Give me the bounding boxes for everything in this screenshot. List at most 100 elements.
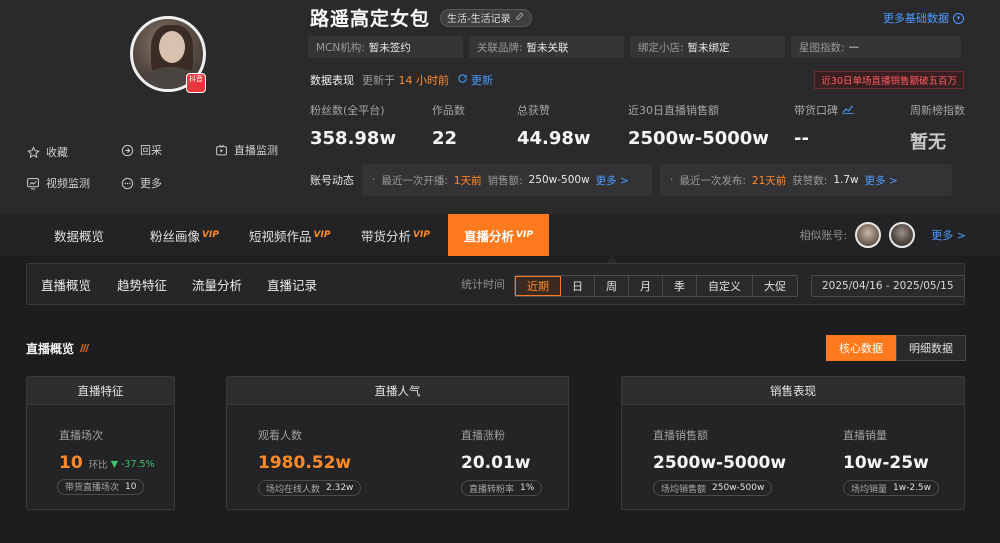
- similar-avatar[interactable]: [855, 222, 882, 248]
- sub-stat-value: 10: [125, 481, 137, 492]
- tab-fan-profile[interactable]: 粉丝画像 VIP: [150, 214, 219, 256]
- date-range-picker[interactable]: 2025/04/16 - 2025/05/15: [811, 275, 965, 297]
- subtab-live-overview[interactable]: 直播概览: [41, 264, 91, 304]
- category-tag-label: 生活-生活记录: [447, 14, 511, 25]
- card-title: 直播特征: [27, 377, 174, 405]
- live-monitor-icon: [214, 143, 228, 157]
- vip-badge: VIP: [202, 230, 219, 240]
- update-time: 更新于 14 小时前: [362, 72, 449, 88]
- performance-row: 数据表现 更新于 14 小时前 更新: [310, 72, 493, 88]
- tab-data-overview[interactable]: 数据概览: [54, 214, 104, 256]
- star-icon: [26, 145, 40, 159]
- category-tag[interactable]: 生活-生活记录: [440, 8, 532, 27]
- arrow-down-icon: ▼: [110, 458, 118, 470]
- tab-commerce-analysis-label: 带货分析: [361, 228, 412, 244]
- vip-badge: VIP: [516, 230, 533, 240]
- mcn-label: MCN机构:: [316, 41, 365, 54]
- post-likes-value: 1.7w: [833, 174, 859, 186]
- update-prefix: 更新于: [362, 74, 395, 87]
- section-title-label: 直播概览: [26, 342, 75, 356]
- refresh-button[interactable]: 更新: [457, 72, 493, 88]
- period-month[interactable]: 月: [629, 276, 663, 296]
- card-title: 直播人气: [227, 377, 568, 405]
- tab-short-videos[interactable]: 短视频作品 VIP: [249, 214, 330, 256]
- favorite-button[interactable]: 收藏: [26, 144, 68, 160]
- more-actions-label: 更多: [140, 177, 162, 190]
- period-week[interactable]: 周: [595, 276, 629, 296]
- update-value: 14 小时前: [398, 74, 450, 87]
- recollect-label: 回采: [140, 144, 162, 157]
- kpi-fans-gain-label: 直播涨粉: [461, 429, 505, 442]
- metric-fans-label: 粉丝数(全平台): [310, 104, 385, 117]
- metric-reputation-value: --: [794, 128, 809, 149]
- live-monitor-label: 直播监测: [234, 144, 278, 157]
- period-day[interactable]: 日: [561, 276, 595, 296]
- name-row: 路遥高定女包 生活-生活记录: [310, 4, 532, 31]
- sub-stat-label: 带货直播场次: [65, 483, 120, 493]
- metric-works-value: 22: [432, 128, 458, 149]
- period-recent[interactable]: 近期: [515, 276, 561, 296]
- chevron-down-icon: ▾: [953, 12, 964, 24]
- kpi-sessions-sub: 带货直播场次 10: [57, 475, 145, 495]
- kpi-viewers: 观看人数 1980.52w 场均在线人数 2.32w: [258, 427, 362, 496]
- detail-data-button[interactable]: 明细数据: [896, 335, 966, 361]
- last-live-label: 最近一次开播:: [381, 174, 448, 187]
- performance-title: 数据表现: [310, 74, 354, 87]
- more-dots-icon: [120, 176, 134, 190]
- video-monitor-button[interactable]: 视频监测: [26, 175, 90, 191]
- live-monitor-button[interactable]: 直播监测: [214, 142, 278, 158]
- metric-live-sales-label: 近30日直播销售额: [628, 104, 719, 117]
- recollect-button[interactable]: 回采: [120, 142, 162, 158]
- similar-avatar[interactable]: [889, 222, 916, 248]
- metric-reputation-label-wrap: 带货口碑: [794, 102, 854, 118]
- kpi-fans-gain-value: 20.01w: [461, 453, 531, 473]
- trend-chart-icon[interactable]: [842, 104, 854, 117]
- kpi-volume: 直播销量 10w-25w 场均销量 1w-2.5w: [843, 427, 940, 496]
- kpi-gmv-label: 直播销售额: [653, 429, 708, 442]
- period-custom[interactable]: 自定义: [697, 276, 753, 296]
- subtab-live-records[interactable]: 直播记录: [267, 264, 317, 304]
- similar-accounts: 相似账号: 更多 >: [800, 214, 966, 256]
- subtab-trend-features[interactable]: 趋势特征: [117, 264, 167, 304]
- brand-info: 关联品牌: 暂未关联: [469, 36, 624, 58]
- account-info-boxes: MCN机构: 暂未签约 关联品牌: 暂未关联 绑定小店: 暂未绑定 星图指数: …: [308, 36, 961, 58]
- metric-likes-value: 44.98w: [517, 128, 591, 149]
- metric-fans-value: 358.98w: [310, 128, 397, 149]
- kpi-gmv-value: 2500w-5000w: [653, 453, 787, 473]
- post-likes-label: 获赞数:: [792, 174, 828, 187]
- star-index-label: 星图指数:: [799, 41, 845, 54]
- post-more-link[interactable]: 更多 >: [865, 173, 898, 188]
- metric-likes: 总获赞 44.98w: [517, 102, 591, 149]
- metric-weekly-index-label: 周新榜指数: [910, 104, 965, 117]
- subtab-traffic-analysis[interactable]: 流量分析: [192, 264, 242, 304]
- metric-live-sales-value: 2500w-5000w: [628, 128, 769, 149]
- live-more-link[interactable]: 更多 >: [596, 173, 629, 188]
- sub-stat-pill: 场均销售额 250w-500w: [653, 480, 773, 496]
- sales-performance-card: 销售表现 直播销售额 2500w-5000w 场均销售额 250w-500w 直…: [621, 376, 965, 510]
- tab-live-analysis[interactable]: 直播分析 VIP: [448, 214, 549, 256]
- account-header: 抖音 收藏 回采 直播监测 视频监测 更多 路遥高定女包 生活-生活记录 更多基…: [0, 0, 1000, 214]
- more-actions-button[interactable]: 更多: [120, 175, 162, 191]
- change-value: -37.5%: [121, 458, 155, 470]
- title-decoration-icon: ///: [80, 343, 89, 354]
- kpi-sessions-value: 10: [59, 453, 83, 473]
- period-promotion[interactable]: 大促: [753, 276, 797, 296]
- sub-stat-label: 场均在线人数: [266, 484, 321, 495]
- main-tabs: 数据概览 粉丝画像 VIP 短视频作品 VIP 带货分析 VIP 直播分析 VI…: [0, 214, 1000, 256]
- live-features-card: 直播特征 直播场次 10 环比 ▼ -37.5% 带货直播场次 10: [26, 376, 175, 510]
- similar-more-link[interactable]: 更多 >: [931, 227, 966, 243]
- kpi-sessions-change: 环比 ▼ -37.5%: [89, 457, 155, 472]
- period-selector: 近期 日 周 月 季 自定义 大促: [514, 275, 798, 297]
- metric-reputation-label: 带货口碑: [794, 104, 838, 117]
- tab-short-videos-label: 短视频作品: [249, 228, 312, 244]
- sub-stat-value: 1%: [520, 483, 535, 493]
- edit-pencil-icon: [515, 11, 525, 24]
- refresh-icon: [457, 73, 468, 87]
- period-quarter[interactable]: 季: [663, 276, 697, 296]
- active-tab-caret: [606, 256, 618, 263]
- sub-stat-pill: 场均在线人数 2.32w: [258, 480, 362, 496]
- core-data-button[interactable]: 核心数据: [826, 335, 896, 361]
- more-basic-data-link[interactable]: 更多基础数据 ▾: [883, 10, 964, 26]
- tab-commerce-analysis[interactable]: 带货分析 VIP: [361, 214, 430, 256]
- tab-fan-profile-label: 粉丝画像: [150, 228, 201, 244]
